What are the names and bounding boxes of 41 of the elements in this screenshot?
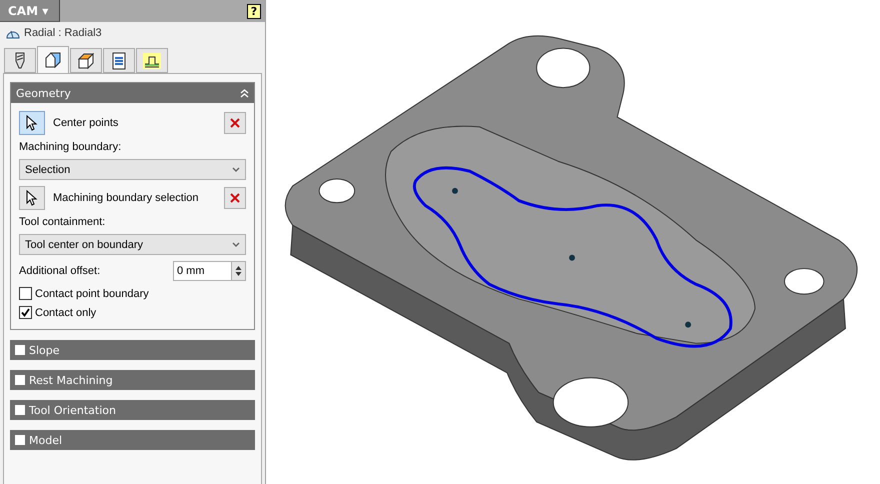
chevron-down-icon	[232, 242, 240, 247]
select-button[interactable]	[19, 111, 45, 135]
panel-tab[interactable]	[103, 48, 135, 73]
panel-tab[interactable]	[70, 48, 102, 73]
select-button[interactable]	[19, 186, 45, 210]
linking-icon	[142, 52, 162, 70]
drill-bit-icon	[14, 52, 26, 70]
section-header[interactable]: Slope	[10, 340, 255, 360]
pointer-icon	[26, 115, 38, 131]
close-icon	[230, 118, 240, 128]
clear-button[interactable]	[224, 187, 246, 209]
checkbox-option[interactable]: Contact only	[19, 306, 246, 319]
pointer-icon	[26, 190, 38, 206]
field-label: Tool containment:	[19, 216, 106, 228]
spin-button[interactable]	[231, 261, 246, 281]
help-button[interactable]: ?	[247, 4, 261, 18]
up-down-arrows-icon	[235, 265, 242, 277]
panel-tab[interactable]	[37, 46, 69, 73]
geometry-section-header[interactable]: Geometry	[11, 83, 254, 103]
operation-name: Radial : Radial3	[24, 27, 102, 39]
dropdown[interactable]: Tool center on boundary	[19, 234, 246, 255]
selection-label: Center points	[53, 117, 120, 129]
selection-label: Machining boundary selection	[53, 192, 200, 204]
field-label: Additional offset:	[19, 265, 100, 277]
offset-input[interactable]: 0 mm	[173, 261, 231, 281]
panel-tab[interactable]	[4, 48, 36, 73]
layers-icon	[111, 52, 127, 70]
section-header[interactable]: Tool Orientation	[10, 400, 255, 420]
chevron-down-icon	[232, 167, 240, 172]
section-header[interactable]: Model	[10, 430, 255, 450]
cube-icon	[44, 51, 62, 69]
field-label: Machining boundary:	[19, 141, 122, 153]
block-icon	[77, 52, 95, 70]
section-header[interactable]: Rest Machining	[10, 370, 255, 390]
dropdown[interactable]: Selection	[19, 159, 246, 180]
clear-button[interactable]	[224, 112, 246, 134]
panel-tab[interactable]	[136, 48, 168, 73]
checkmark-icon	[21, 308, 30, 317]
checkbox-option[interactable]: Contact point boundary	[19, 287, 246, 300]
close-icon	[230, 193, 240, 203]
collapse-icon	[240, 88, 249, 98]
